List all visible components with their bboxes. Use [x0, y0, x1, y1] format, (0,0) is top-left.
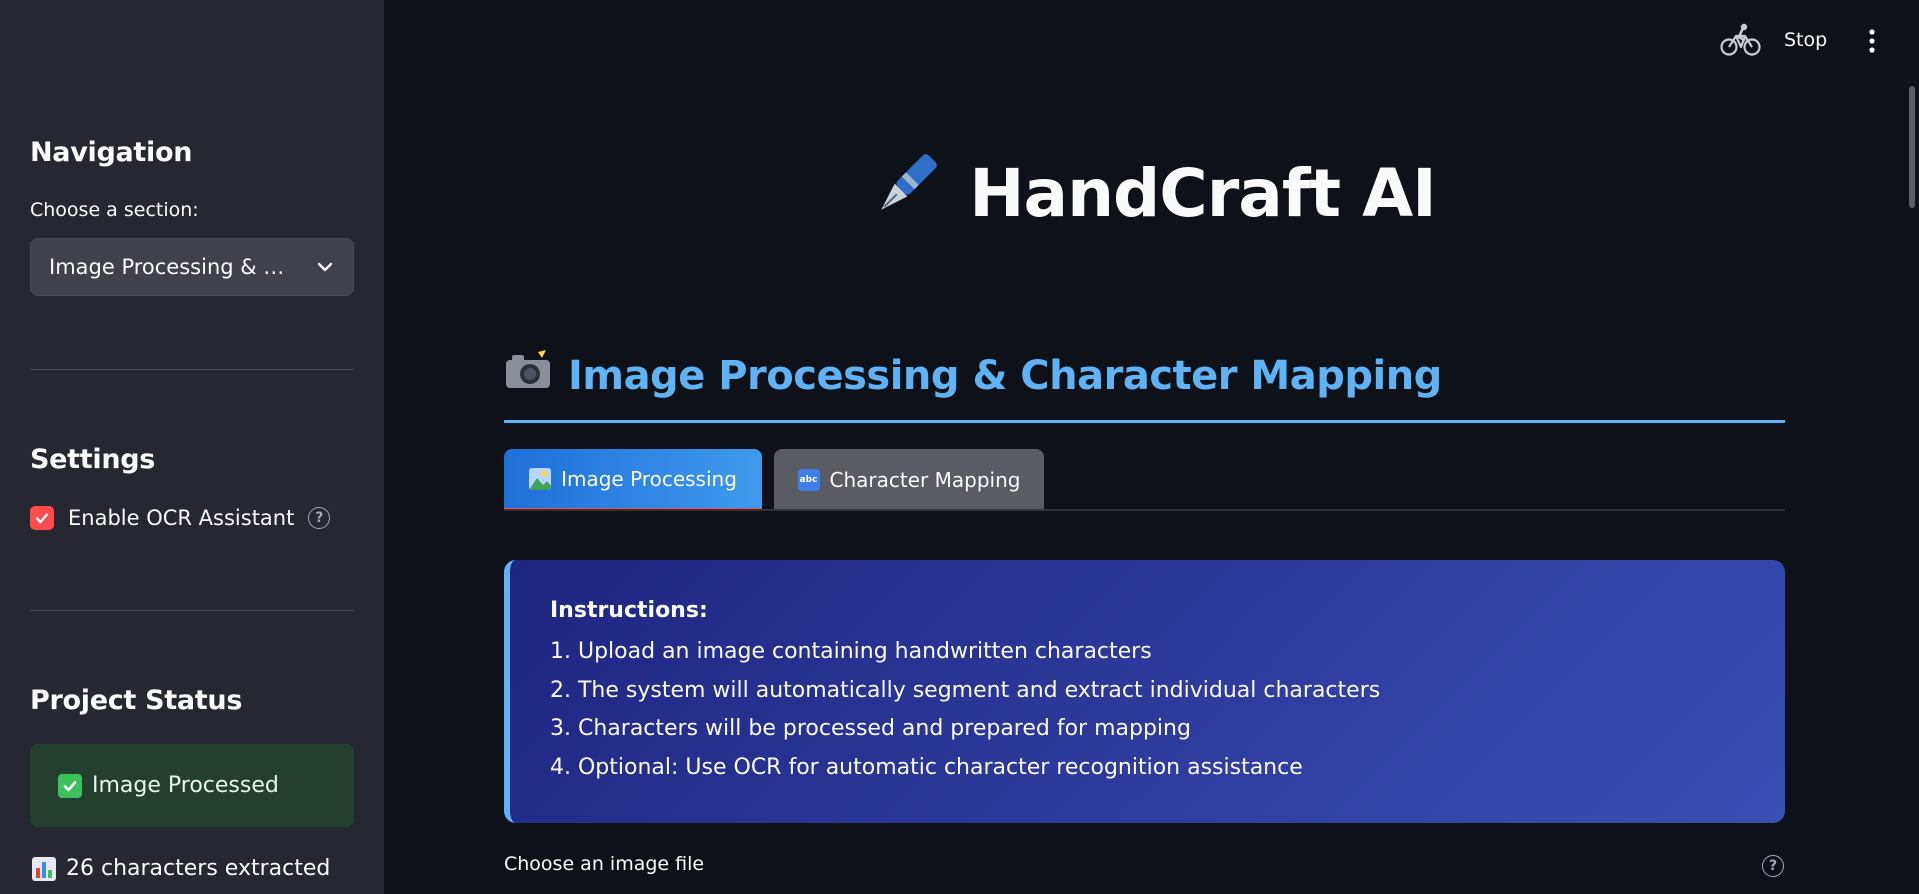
ocr-checkbox-label: Enable OCR Assistant — [68, 506, 295, 530]
tab-label: Character Mapping — [829, 468, 1021, 492]
help-icon[interactable]: ? — [1762, 855, 1784, 877]
tab-character-mapping[interactable]: abc Character Mapping — [774, 449, 1044, 511]
characters-stat: 26 characters extracted — [32, 856, 330, 881]
instruction-line: 1. Upload an image containing handwritte… — [550, 639, 1152, 664]
section-select-value: Image Processing & … — [49, 255, 285, 279]
ocr-checkbox-row[interactable]: Enable OCR Assistant ? — [30, 506, 331, 530]
settings-heading: Settings — [30, 444, 156, 475]
kebab-menu-icon[interactable] — [1864, 26, 1880, 60]
abc-icon: abc — [797, 469, 820, 491]
app-title: HandCraft AI — [969, 154, 1436, 232]
sidebar: Navigation Choose a section: Image Proce… — [0, 0, 384, 894]
tab-list: Image Processing abc Character Mapping — [504, 449, 1044, 511]
section-underline — [504, 420, 1785, 423]
sidebar-divider — [30, 610, 354, 611]
instruction-line: 3. Characters will be processed and prep… — [550, 716, 1191, 741]
ocr-checkbox[interactable] — [30, 506, 54, 530]
bar-chart-icon — [32, 856, 56, 881]
tab-label: Image Processing — [561, 466, 737, 491]
tab-divider — [504, 509, 1785, 511]
characters-stat-text: 26 characters extracted — [66, 856, 331, 881]
app-title-row: HandCraft AI — [0, 146, 1919, 240]
instruction-line: 4. Optional: Use OCR for automatic chara… — [550, 754, 1303, 780]
instructions-box: Instructions: 1. Upload an image contain… — [504, 560, 1785, 823]
stop-button[interactable]: Stop — [1784, 29, 1827, 51]
camera-flash-icon — [504, 350, 552, 402]
instructions-title: Instructions: — [550, 598, 708, 623]
status-message: Image Processed — [92, 773, 279, 798]
check-mark-icon — [58, 773, 82, 798]
checkmark-icon — [35, 513, 49, 524]
section-title-row: Image Processing & Character Mapping — [504, 350, 1442, 402]
file-uploader-label: Choose an image file — [504, 853, 705, 875]
status-success-alert: Image Processed — [30, 744, 354, 827]
framed-picture-icon — [529, 467, 552, 490]
scrollbar-thumb[interactable] — [1909, 86, 1915, 208]
project-status-heading: Project Status — [30, 685, 243, 716]
bicycle-icon — [1720, 22, 1762, 62]
section-title: Image Processing & Character Mapping — [568, 353, 1442, 399]
help-icon[interactable]: ? — [308, 507, 331, 529]
section-select[interactable]: Image Processing & … — [30, 238, 354, 296]
sidebar-divider — [30, 369, 354, 370]
tab-image-processing[interactable]: Image Processing — [504, 449, 762, 511]
fountain-pen-icon — [867, 146, 945, 240]
instruction-line: 2. The system will automatically segment… — [550, 677, 1381, 703]
chevron-down-icon — [317, 262, 333, 272]
